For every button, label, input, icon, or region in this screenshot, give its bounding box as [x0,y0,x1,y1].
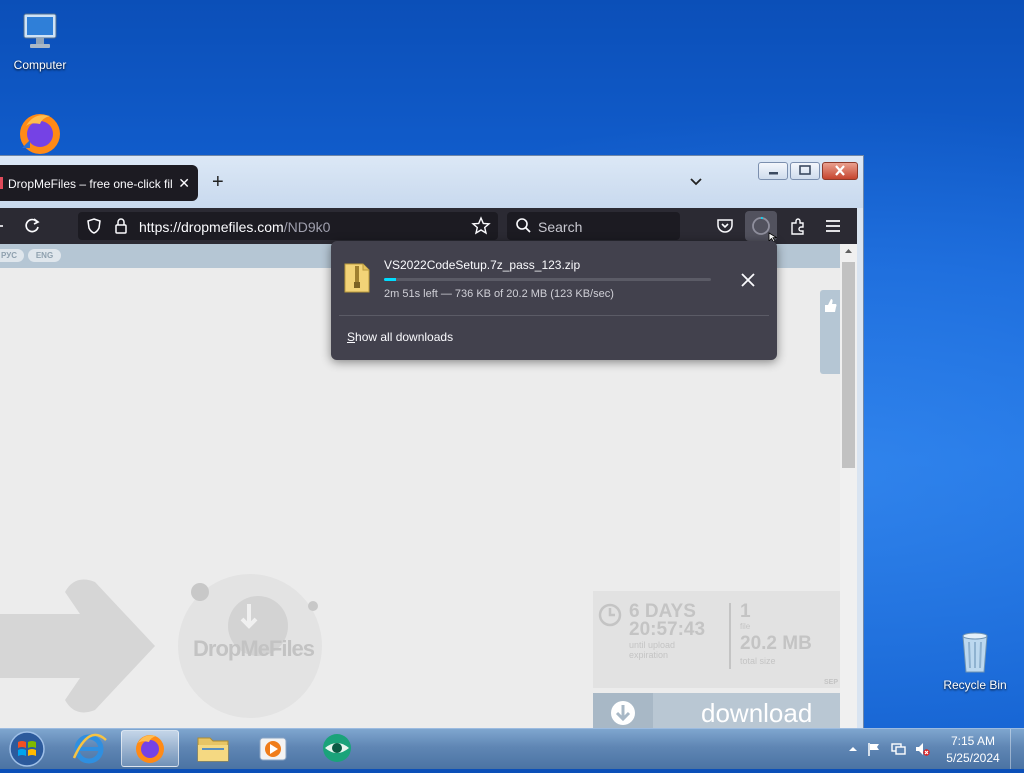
url-bar[interactable]: https://dropmefiles.com/ND9k0 [78,212,498,240]
show-all-downloads-button[interactable]: Show all downloads [347,330,453,344]
chevron-up-icon [849,747,857,751]
logo-text: DropMeFiles [193,636,315,661]
folder-icon [197,737,229,762]
reload-icon[interactable] [22,216,42,236]
taskbar: 7:15 AM 5/25/2024 [0,728,1024,769]
clock-date: 5/25/2024 [946,751,1000,765]
close-icon [835,165,845,176]
computer-icon [16,8,64,56]
network-icon[interactable] [890,741,906,757]
download-icon-area [593,693,653,731]
total-size-label: total size [740,656,776,666]
navigation-toolbar: https://dropmefiles.com/ND9k0 Search [0,208,857,244]
file-count: 1 [740,601,751,622]
expiry-label-line2: expiration [629,650,669,660]
lock-icon[interactable] [111,216,131,236]
show-all-accesskey: S [347,330,356,344]
restore-icon [799,165,811,175]
minimize-icon [769,172,778,175]
title-bar: DropMeFiles – free one-click fil ✕ + [0,156,863,208]
download-progress-fill [384,278,396,281]
downloads-button[interactable] [745,211,778,243]
close-icon [741,273,755,287]
start-button[interactable] [6,730,48,768]
file-count-label: file [740,622,751,631]
internet-explorer-icon [72,733,107,764]
panel-divider [339,315,769,316]
social-side-tab[interactable] [820,290,840,374]
url-path: /ND9k0 [283,219,331,235]
scroll-up-arrow-icon[interactable] [840,244,857,258]
desktop-icon-label: Computer [13,58,67,72]
bookmark-star-icon[interactable] [471,216,491,236]
pocket-icon[interactable] [715,216,735,236]
menu-hamburger-icon[interactable] [823,216,843,236]
media-player-icon [259,737,287,761]
clock-icon [598,603,622,627]
download-arrow-icon [611,701,635,725]
search-placeholder: Search [538,219,583,235]
download-label: download [701,698,813,728]
show-hidden-icons-button[interactable] [845,741,861,757]
expiry-label: until upload expiration [629,640,675,660]
taskbar-file-explorer[interactable] [184,730,242,767]
download-status: 2m 51s left — 736 KB of 20.2 MB (123 KB/… [384,288,614,300]
expiry-label-line1: until upload [629,640,676,650]
download-progress-icon [752,217,778,243]
site-download-button[interactable]: download [593,693,840,731]
scrollbar-thumb[interactable] [842,262,855,468]
search-input[interactable]: Search [507,212,680,240]
firefox-icon [16,108,64,156]
taskbar-app-globe[interactable] [308,730,366,767]
show-desktop-button[interactable] [1010,729,1024,769]
total-size: 20.2 MB [740,633,812,654]
firefox-icon [136,735,164,763]
zip-file-icon [344,263,370,293]
tab-title: DropMeFiles – free one-click fil [8,177,173,191]
stats-divider [729,603,731,669]
taskbar-internet-explorer[interactable] [60,730,118,767]
globe-app-icon [323,734,351,762]
file-stats-panel: 6 DAYS 20:57:43 until upload expiration … [593,591,840,688]
expiry-time: 20:57:43 [629,619,706,640]
system-clock[interactable]: 7:15 AM 5/25/2024 [942,733,1004,767]
minimize-button[interactable] [758,162,788,180]
desktop-icon-label: Recycle Bin [943,678,1007,692]
downloads-panel: VS2022CodeSetup.7z_pass_123.zip 2m 51s l… [331,241,777,360]
url-text[interactable]: https://dropmefiles.com/ND9k0 [139,219,330,235]
recycle-bin-icon [951,628,999,676]
close-window-button[interactable] [822,162,858,180]
action-center-flag-icon[interactable] [866,741,882,757]
volume-muted-icon[interactable] [914,741,930,757]
taskbar-media-player[interactable] [244,730,302,767]
tab-close-icon[interactable]: ✕ [178,175,190,192]
windows-start-icon [9,731,45,767]
desktop-icon-computer[interactable]: Computer [0,8,80,72]
favicon-icon [0,177,3,189]
chevron-down-icon [690,178,702,186]
stats-tag: SEP [823,679,838,686]
lang-en-button[interactable]: ENG [28,249,61,262]
new-tab-button[interactable]: + [212,172,224,192]
download-progress-bar [384,278,711,281]
dropmefiles-logo: DropMeFiles [178,574,328,724]
desktop-icon-firefox[interactable] [0,108,80,158]
lang-ru-button[interactable]: РУС [0,249,24,262]
search-icon [514,216,534,236]
taskbar-firefox[interactable] [121,730,179,767]
back-arrow-icon[interactable] [0,216,20,236]
maximize-button[interactable] [790,162,820,180]
download-file-name[interactable]: VS2022CodeSetup.7z_pass_123.zip [384,258,580,272]
clock-time: 7:15 AM [950,734,996,748]
show-all-label: how all downloads [355,330,454,344]
thumbs-up-icon [825,299,837,312]
url-host: https://dropmefiles.com [139,219,284,235]
list-all-tabs-button[interactable] [688,174,704,190]
upload-arrow-graphic [0,579,155,713]
desktop-icon-recycle-bin[interactable]: Recycle Bin [935,628,1015,692]
extensions-icon[interactable] [788,216,808,236]
tracking-shield-icon[interactable] [84,216,104,236]
tab-dropmefiles[interactable]: DropMeFiles – free one-click fil ✕ [0,165,198,201]
cancel-download-button[interactable] [739,271,757,289]
